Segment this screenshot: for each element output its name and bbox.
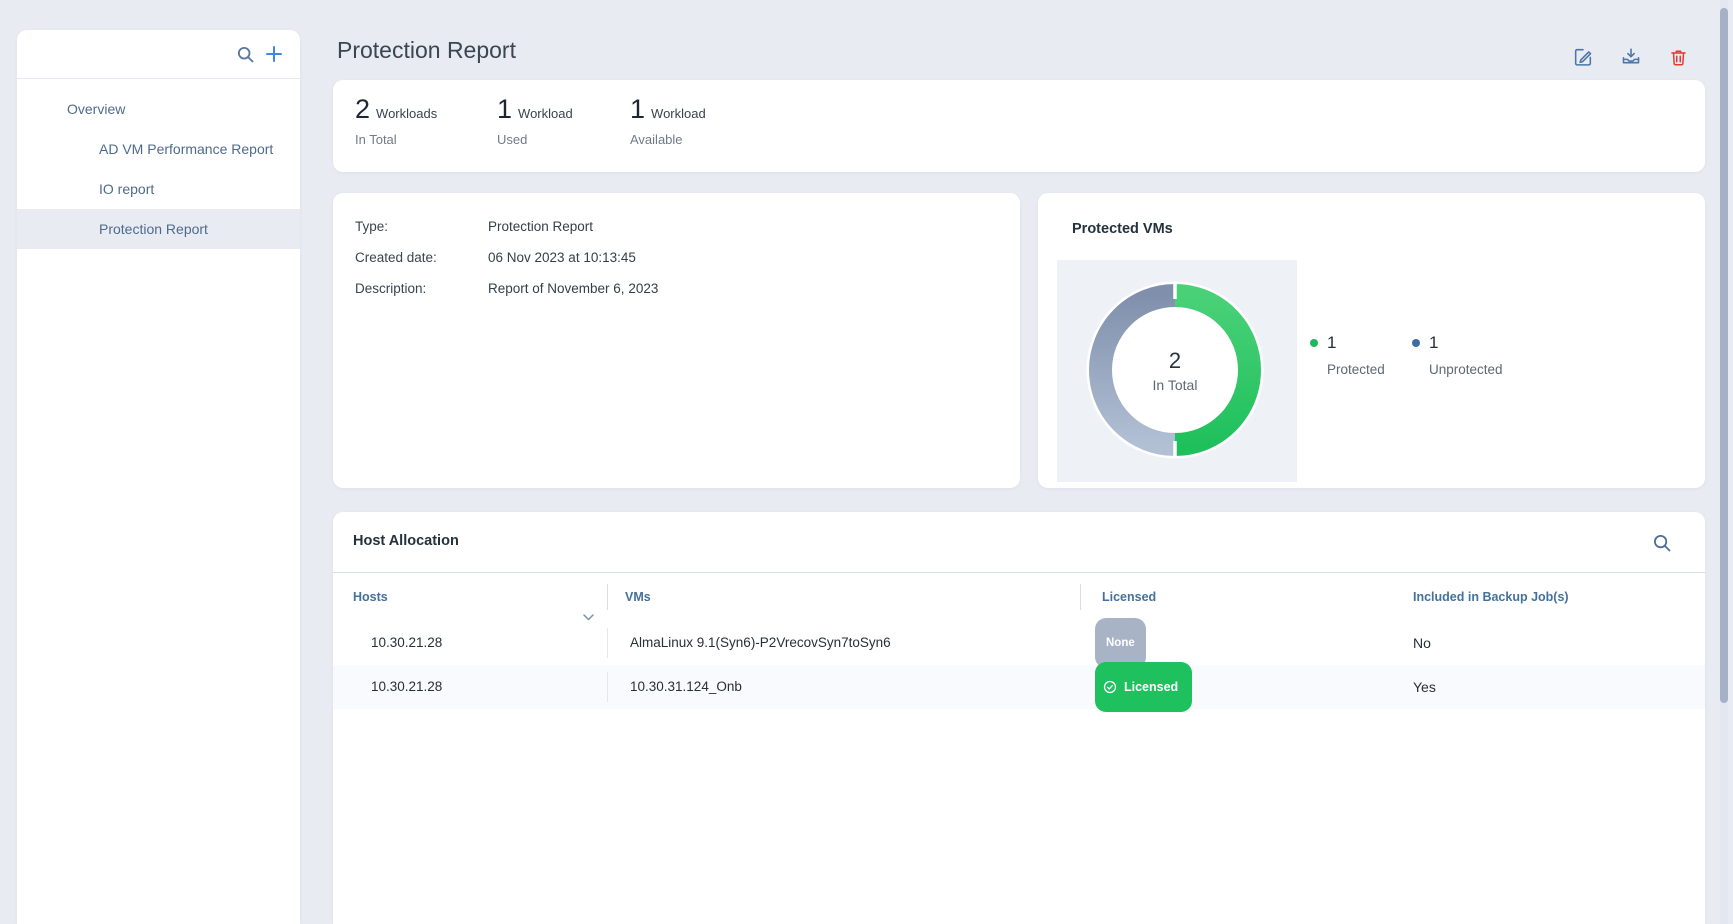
stat-available-workloads: 1 Workload Available [630,94,706,147]
page-actions [1572,46,1689,68]
table-header-row: Hosts VMs Licensed Included in Backup Jo… [333,573,1705,621]
column-header-hosts[interactable]: Hosts [333,573,607,621]
detail-row-created-date: Created date: 06 Nov 2023 at 10:13:45 [355,242,1020,273]
search-icon[interactable] [236,45,255,64]
status-badge-licensed: Licensed [1095,662,1192,712]
legend-value: 1 [1429,333,1438,353]
check-circle-icon [1103,680,1117,694]
detail-label: Description: [355,281,488,296]
trash-icon[interactable] [1668,47,1689,68]
legend-protected: 1 Protected [1310,333,1385,377]
stat-value: 1 [497,94,512,124]
donut-total-value: 2 [1169,348,1181,374]
cell-vm: 10.30.31.124_Onb [607,665,1080,709]
stat-unit: Workload [518,106,573,121]
column-header-licensed[interactable]: Licensed [1080,573,1413,621]
table-row[interactable]: 10.30.21.28 10.30.31.124_Onb Licensed Ye… [333,665,1705,709]
page-scrollbar-thumb[interactable] [1720,8,1728,703]
cell-licensed: Licensed [1080,665,1413,709]
donut-total-label: In Total [1153,377,1198,393]
search-icon[interactable] [1652,533,1672,553]
stat-caption: In Total [355,132,437,147]
legend-dot-protected [1310,339,1318,347]
page-scrollbar-track[interactable] [1720,0,1728,924]
stat-total-workloads: 2 Workloads In Total [355,94,437,147]
stat-value: 2 [355,94,370,124]
sidebar-nav: Overview AD VM Performance Report IO rep… [17,79,300,249]
donut-center-labels: 2 In Total [1080,275,1270,465]
stat-caption: Available [630,132,706,147]
sidebar-item-io-report[interactable]: IO report [17,169,300,209]
detail-label: Created date: [355,250,488,265]
detail-value: Protection Report [488,219,593,234]
legend-label: Protected [1327,362,1385,377]
table-row[interactable]: 10.30.21.28 AlmaLinux 9.1(Syn6)-P2Vrecov… [333,621,1705,665]
host-allocation-header: Host Allocation [333,512,1705,573]
stat-unit: Workload [651,106,706,121]
workloads-summary-card: 2 Workloads In Total 1 Workload Used 1 W… [333,80,1705,172]
badge-label: Licensed [1124,665,1178,709]
protected-vms-card: Protected VMs [1038,193,1705,488]
cell-included: Yes [1413,665,1705,709]
page-title: Protection Report [337,37,516,64]
detail-label: Type: [355,219,488,234]
cell-host: 10.30.21.28 [333,665,607,709]
app-root: Overview AD VM Performance Report IO rep… [0,0,1733,924]
detail-value: Report of November 6, 2023 [488,281,658,296]
legend-value: 1 [1327,333,1336,353]
sidebar-item-overview[interactable]: Overview [17,89,300,129]
detail-row-type: Type: Protection Report [355,211,1020,242]
sidebar-item-ad-vm-performance-report[interactable]: AD VM Performance Report [17,129,300,169]
sidebar-header [17,30,300,79]
host-allocation-title: Host Allocation [353,533,459,549]
stat-caption: Used [497,132,573,147]
plus-icon[interactable] [264,44,284,64]
sidebar-item-protection-report[interactable]: Protection Report [17,209,300,249]
detail-value: 06 Nov 2023 at 10:13:45 [488,250,636,265]
stat-used-workloads: 1 Workload Used [497,94,573,147]
detail-row-description: Description: Report of November 6, 2023 [355,273,1020,304]
legend-unprotected: 1 Unprotected [1412,333,1503,377]
protected-vms-title: Protected VMs [1072,221,1173,237]
legend-label: Unprotected [1429,362,1503,377]
report-details-card: Type: Protection Report Created date: 06… [333,193,1020,488]
host-allocation-card: Host Allocation Hosts VMs [333,512,1705,924]
cell-host: 10.30.21.28 [333,621,607,665]
column-header-vms[interactable]: VMs [607,573,1080,621]
cell-licensed: None [1080,621,1413,665]
cell-included: No [1413,621,1705,665]
stat-unit: Workloads [376,106,437,121]
edit-icon[interactable] [1572,46,1594,68]
download-icon[interactable] [1620,46,1642,68]
cell-vm: AlmaLinux 9.1(Syn6)-P2VrecovSyn7toSyn6 [607,621,1080,665]
sidebar: Overview AD VM Performance Report IO rep… [17,30,300,924]
legend-dot-unprotected [1412,339,1420,347]
column-header-included[interactable]: Included in Backup Job(s) [1413,573,1705,621]
status-badge-none: None [1095,618,1146,668]
stat-value: 1 [630,94,645,124]
main-content: Protection Report [333,0,1705,924]
